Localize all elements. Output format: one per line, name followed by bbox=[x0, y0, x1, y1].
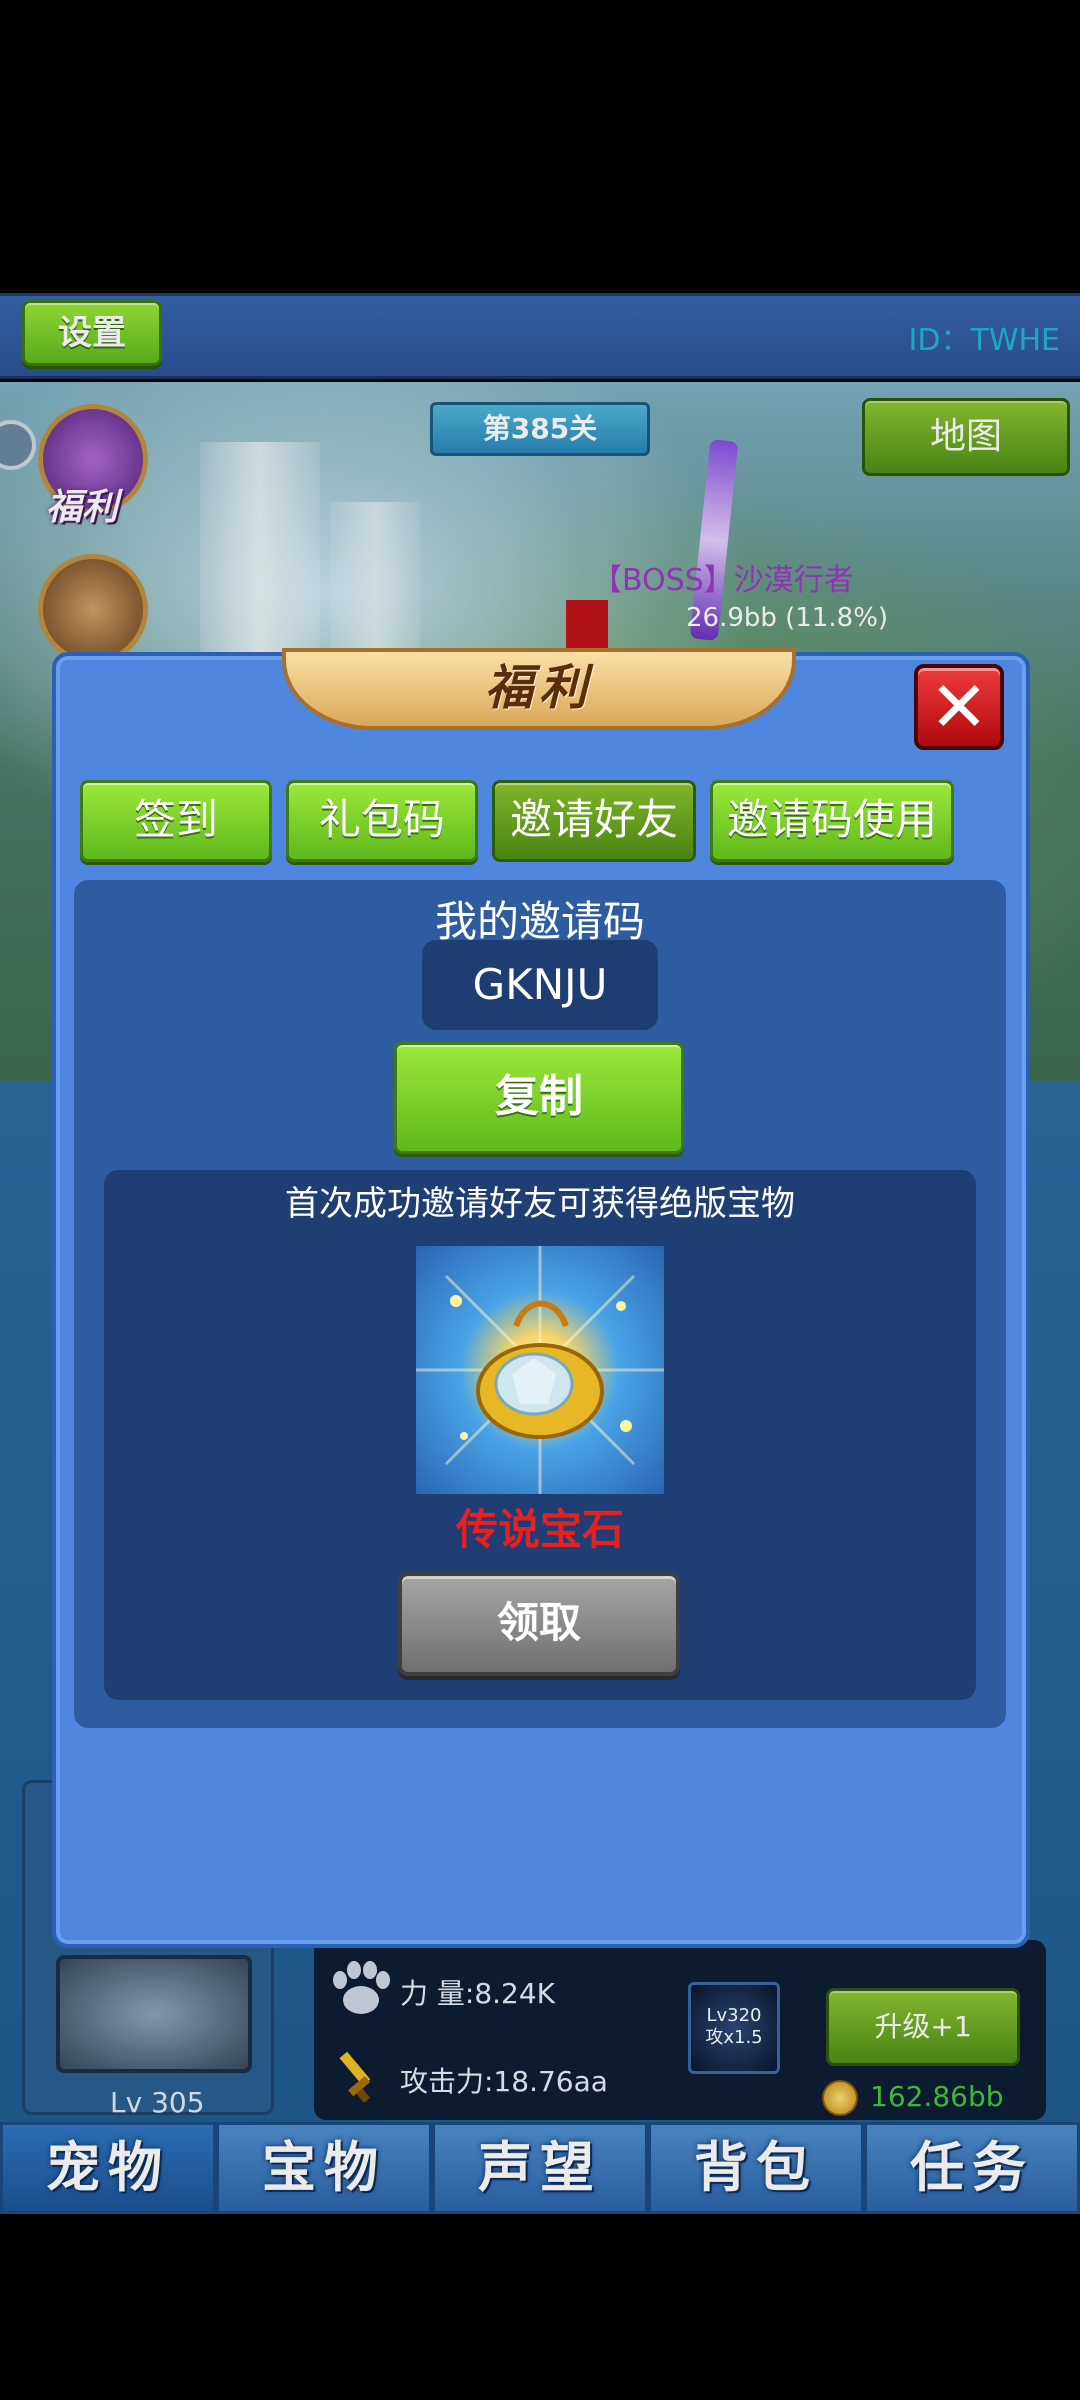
tab-use-invite-code[interactable]: 邀请码使用 bbox=[710, 780, 954, 862]
tab-gift-code[interactable]: 礼包码 bbox=[286, 780, 478, 862]
reward-description: 首次成功邀请好友可获得绝版宝物 bbox=[285, 1184, 795, 1224]
reward-name: 传说宝石 bbox=[455, 1505, 624, 1554]
claim-button[interactable]: 领取 bbox=[398, 1572, 680, 1676]
close-icon: ✕ bbox=[929, 666, 989, 748]
dialog-title-tab: 福利 bbox=[282, 648, 796, 730]
tab-invite-friends[interactable]: 邀请好友 bbox=[492, 780, 696, 862]
tab-sign-in[interactable]: 签到 bbox=[80, 780, 272, 862]
copy-button[interactable]: 复制 bbox=[394, 1042, 684, 1154]
invite-code-value[interactable]: GKNJU bbox=[422, 940, 658, 1030]
close-button[interactable]: ✕ bbox=[914, 664, 1004, 750]
dialog-title: 福利 bbox=[484, 660, 593, 716]
gem-amulet-icon bbox=[416, 1246, 664, 1494]
legendary-gem-icon bbox=[416, 1246, 664, 1494]
